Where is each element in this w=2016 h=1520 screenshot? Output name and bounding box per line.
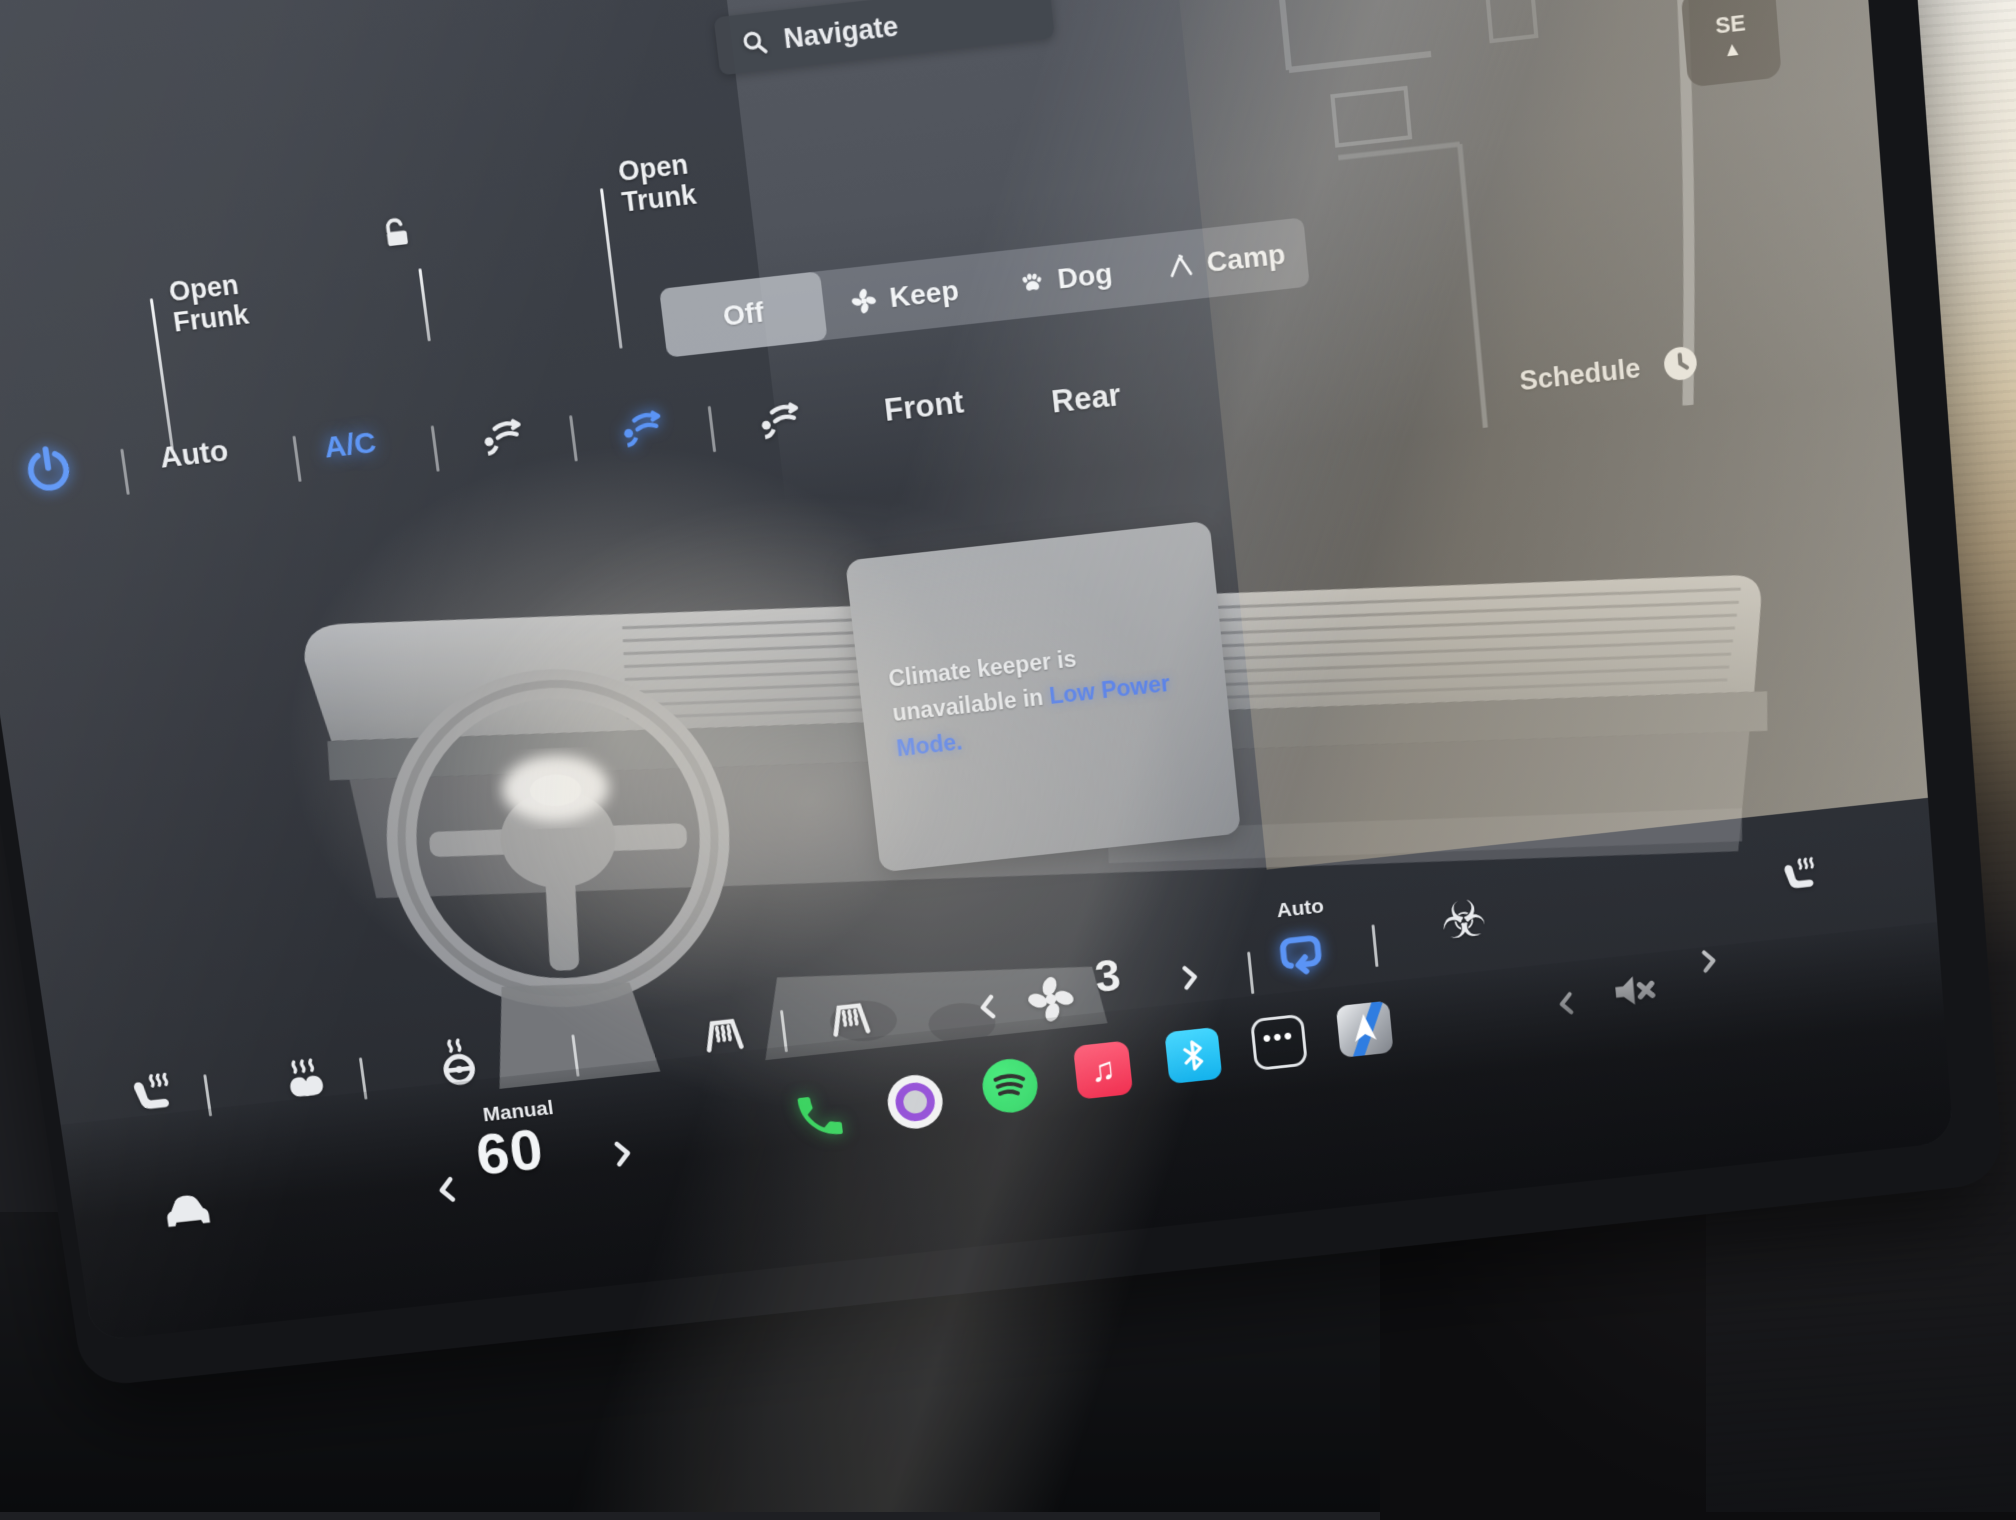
climate-power-button[interactable]: [19, 440, 78, 498]
phone-icon: [790, 1086, 851, 1145]
chevron-left-icon: [428, 1172, 465, 1208]
dashcam-app-button[interactable]: [885, 1072, 946, 1131]
rear-defrost-label-button[interactable]: Rear: [1050, 377, 1123, 421]
divider: [431, 425, 440, 471]
chevron-right-icon: [604, 1136, 641, 1172]
divider: [120, 449, 130, 495]
airflow-face-feet-icon: [613, 400, 669, 456]
divider: [292, 436, 301, 482]
chevron-right-icon: [1173, 960, 1208, 994]
music-note-icon: ♫: [1089, 1050, 1118, 1090]
spotify-icon: [980, 1056, 1041, 1115]
climate-keeper-dog-label: Dog: [1056, 257, 1114, 296]
power-icon: [19, 440, 78, 498]
open-trunk-button[interactable]: Open Trunk: [617, 149, 698, 218]
airflow-face-icon: [474, 408, 530, 464]
compass-heading: SE: [1714, 9, 1746, 39]
divider: [708, 406, 717, 452]
app-drawer-button[interactable]: •••: [1250, 1014, 1308, 1071]
open-frunk-line2: Frunk: [171, 300, 250, 338]
rear-defrost-icon: [822, 988, 879, 1043]
music-app-icon: ♫: [1073, 1040, 1133, 1099]
ellipsis-icon: •••: [1250, 1014, 1308, 1071]
spotify-app-button[interactable]: [980, 1056, 1041, 1115]
ellipsis-glyph: •••: [1261, 1022, 1295, 1053]
fan-speed-value: 3: [1092, 948, 1123, 1003]
car-controls-button[interactable]: [153, 1174, 219, 1237]
biohazard-icon: ☣: [1438, 890, 1489, 951]
airflow-face-button[interactable]: [474, 408, 530, 464]
recirculation-button[interactable]: [1270, 922, 1330, 982]
navigation-app-icon: [1336, 1001, 1394, 1058]
fan-icon: [848, 285, 879, 316]
lock-handle-line: [418, 268, 430, 341]
unlock-icon: [375, 211, 418, 254]
nav-arrow-icon: [1344, 1008, 1385, 1050]
paw-icon: [1016, 267, 1047, 298]
airflow-face-feet-button[interactable]: [613, 400, 669, 456]
navigate-label: Navigate: [782, 10, 900, 55]
compass[interactable]: SE ▲: [1681, 0, 1782, 88]
climate-keeper-off-label: Off: [721, 296, 765, 333]
temp-down-button[interactable]: [428, 1172, 465, 1208]
compass-arrow-icon: ▲: [1722, 39, 1743, 61]
fan-speed-down-button[interactable]: [970, 990, 1005, 1024]
open-frunk-button[interactable]: Open Frunk: [167, 270, 250, 338]
bluetooth-app-button[interactable]: [1164, 1027, 1222, 1084]
climate-keeper-camp-label: Camp: [1205, 238, 1287, 279]
temp-value[interactable]: 60: [472, 1116, 547, 1189]
ac-button[interactable]: A/C: [322, 426, 378, 466]
status-message-panel: Climate keeper is unavailable in Low Pow…: [845, 521, 1241, 873]
open-trunk-line2: Trunk: [620, 180, 698, 219]
schedule-label: Schedule: [1518, 352, 1641, 397]
navigation-app-button[interactable]: [1336, 1001, 1394, 1058]
chevron-left-icon: [970, 990, 1005, 1024]
tent-icon: [1165, 250, 1196, 282]
touchscreen: SE ▲ Navigate Open Frunk Open Trunk: [0, 0, 2004, 1388]
recirculation-icon: [1270, 922, 1330, 982]
airflow-feet-button[interactable]: [751, 392, 807, 448]
climate-keeper-keep-label: Keep: [888, 274, 960, 314]
temp-up-button[interactable]: [604, 1136, 641, 1172]
phone-app-button[interactable]: [790, 1086, 851, 1145]
unlock-button[interactable]: [375, 211, 418, 254]
rear-seat-heater-icon: [1775, 855, 1822, 902]
fan-speed-up-button[interactable]: [1173, 960, 1208, 994]
climate-auto-button[interactable]: Auto: [158, 434, 231, 476]
bioweapon-defense-button[interactable]: ☣: [1438, 889, 1489, 952]
frunk-handle-line: [150, 298, 174, 449]
airflow-feet-icon: [751, 392, 807, 448]
music-app-button[interactable]: ♫: [1073, 1040, 1133, 1099]
trunk-handle-line: [600, 188, 623, 349]
car-icon: [153, 1174, 219, 1237]
clock-icon: [1657, 339, 1705, 388]
rear-defrost-icon-button[interactable]: [822, 988, 879, 1043]
search-icon: [737, 25, 771, 59]
dashcam-icon: [885, 1072, 946, 1131]
divider: [569, 415, 578, 461]
screen-content: SE ▲ Navigate Open Frunk Open Trunk: [0, 0, 1954, 1341]
bluetooth-icon: [1164, 1027, 1222, 1084]
rear-seat-heater-button[interactable]: [1775, 855, 1822, 902]
status-message: Climate keeper is unavailable in Low Pow…: [857, 625, 1231, 770]
